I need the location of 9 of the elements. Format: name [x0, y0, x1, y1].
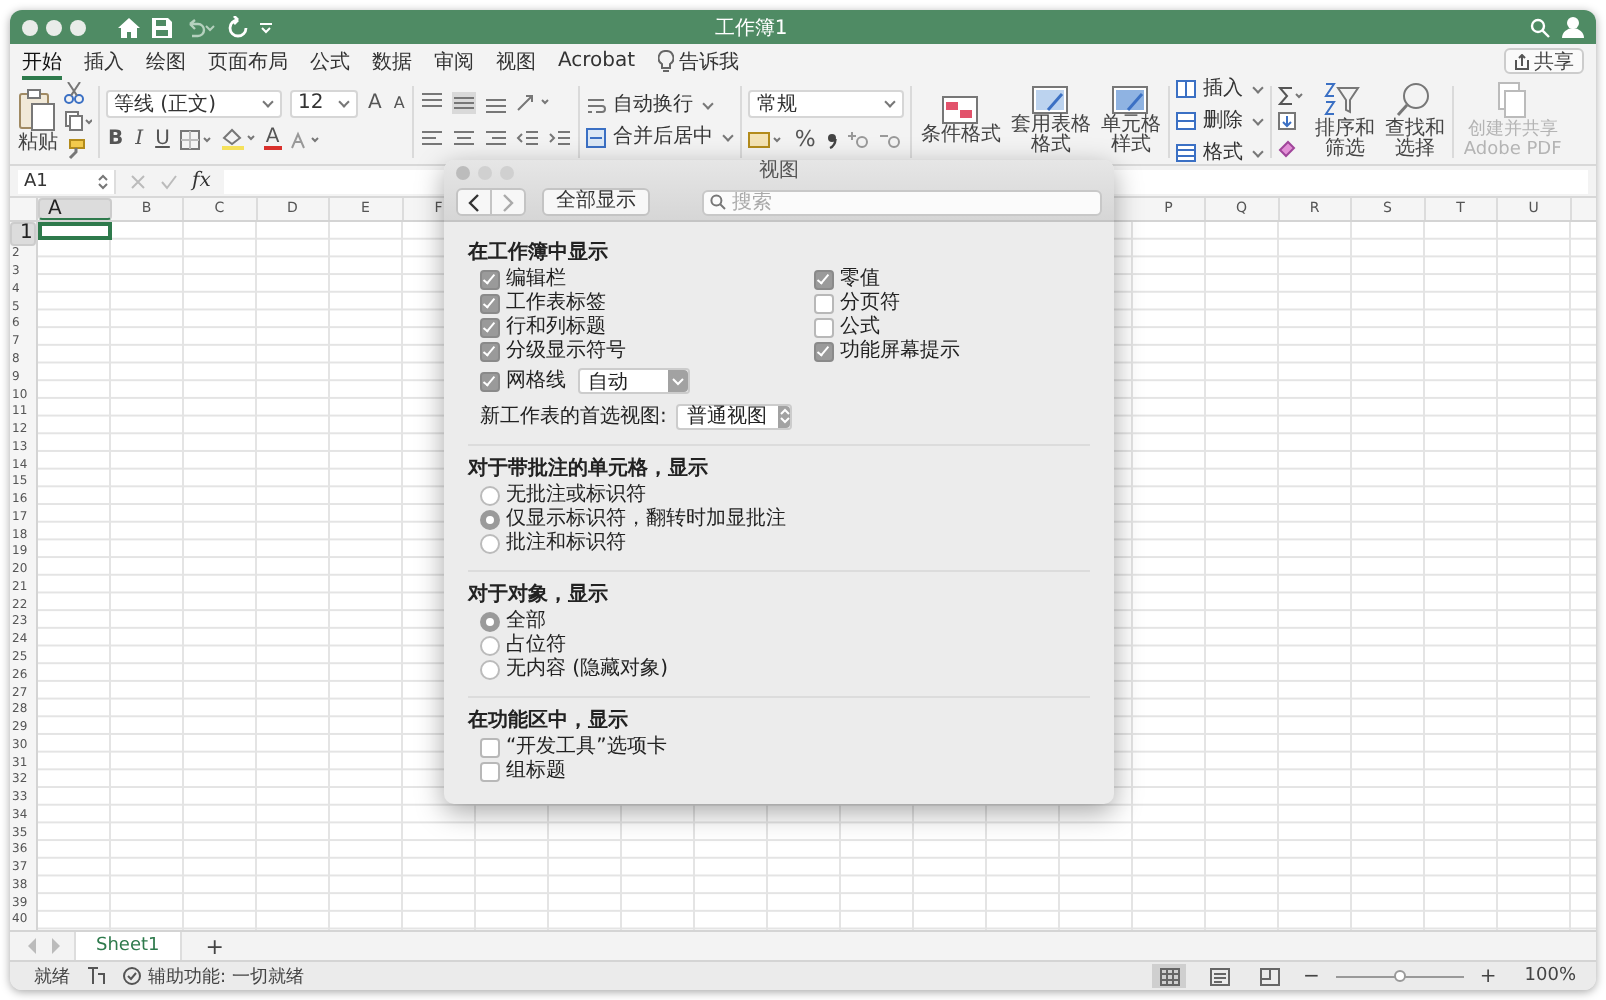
section-heading: 对于对象，显示 [468, 582, 610, 608]
section-heading: 在工作簿中显示 [468, 240, 610, 266]
zoom-percentage: 100% [1524, 966, 1576, 986]
section-heading: 在功能区中，显示 [468, 708, 630, 734]
status-text: 就绪 [34, 965, 70, 989]
dialog-title: 视图 [759, 160, 799, 184]
preferred-view-label: 新工作表的首选视图: [480, 403, 667, 430]
window-title: 工作簿1 [712, 15, 790, 41]
section-heading: 对于带批注的单元格，显示 [468, 456, 710, 482]
